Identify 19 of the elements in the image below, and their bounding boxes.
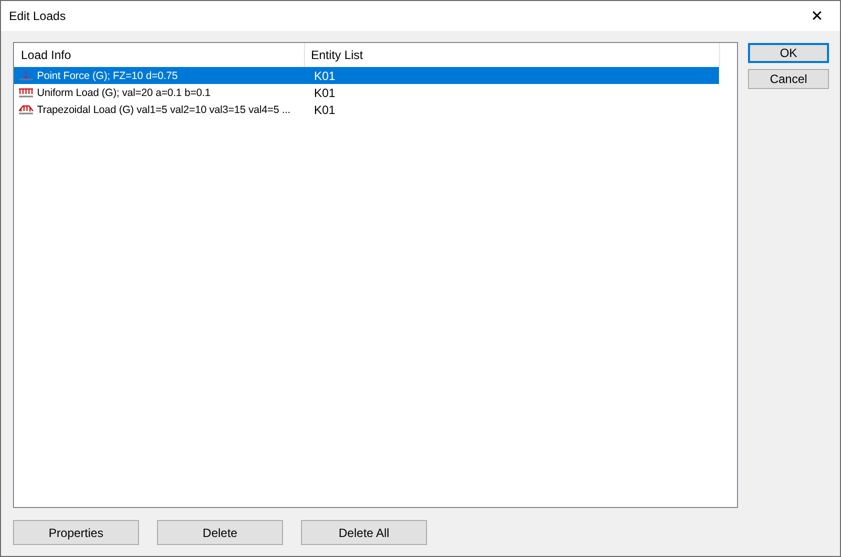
- load-info-cell-text: Point Force (G); FZ=10 d=0.75: [37, 70, 179, 82]
- uniform-load-icon: [18, 86, 34, 98]
- action-button[interactable]: Properties: [13, 520, 139, 545]
- list-row[interactable]: Trapezoidal Load (G) val1=5 val2=10 val3=15 val4=5 ... K01: [14, 101, 719, 118]
- list-row[interactable]: Point Force (G); FZ=10 d=0.75 K01: [14, 67, 719, 84]
- entity-list-cell-text: K01: [313, 86, 336, 100]
- load-info-cell-text: Trapezoidal Load (G) val1=5 val2=10 val3=15 val4=5 ...: [37, 104, 292, 116]
- list-row[interactable]: Uniform Load (G); val=20 a=0.1 b=0.1 K01: [14, 84, 719, 101]
- ok-button[interactable]: OK: [748, 43, 829, 63]
- cancel-button[interactable]: Cancel: [748, 69, 829, 89]
- column-header[interactable]: Entity List: [305, 48, 364, 62]
- load-info-cell-text: Uniform Load (G); val=20 a=0.1 b=0.1: [37, 86, 212, 98]
- entity-list-cell-text: K01: [313, 68, 336, 82]
- trapezoidal-load-icon: [18, 104, 34, 116]
- entity-list-cell-text: K01: [313, 102, 336, 116]
- action-button[interactable]: Delete: [157, 520, 283, 545]
- window-title: Edit Loads: [9, 9, 66, 23]
- point-load-icon: [18, 70, 34, 82]
- action-button[interactable]: Delete All: [301, 520, 427, 545]
